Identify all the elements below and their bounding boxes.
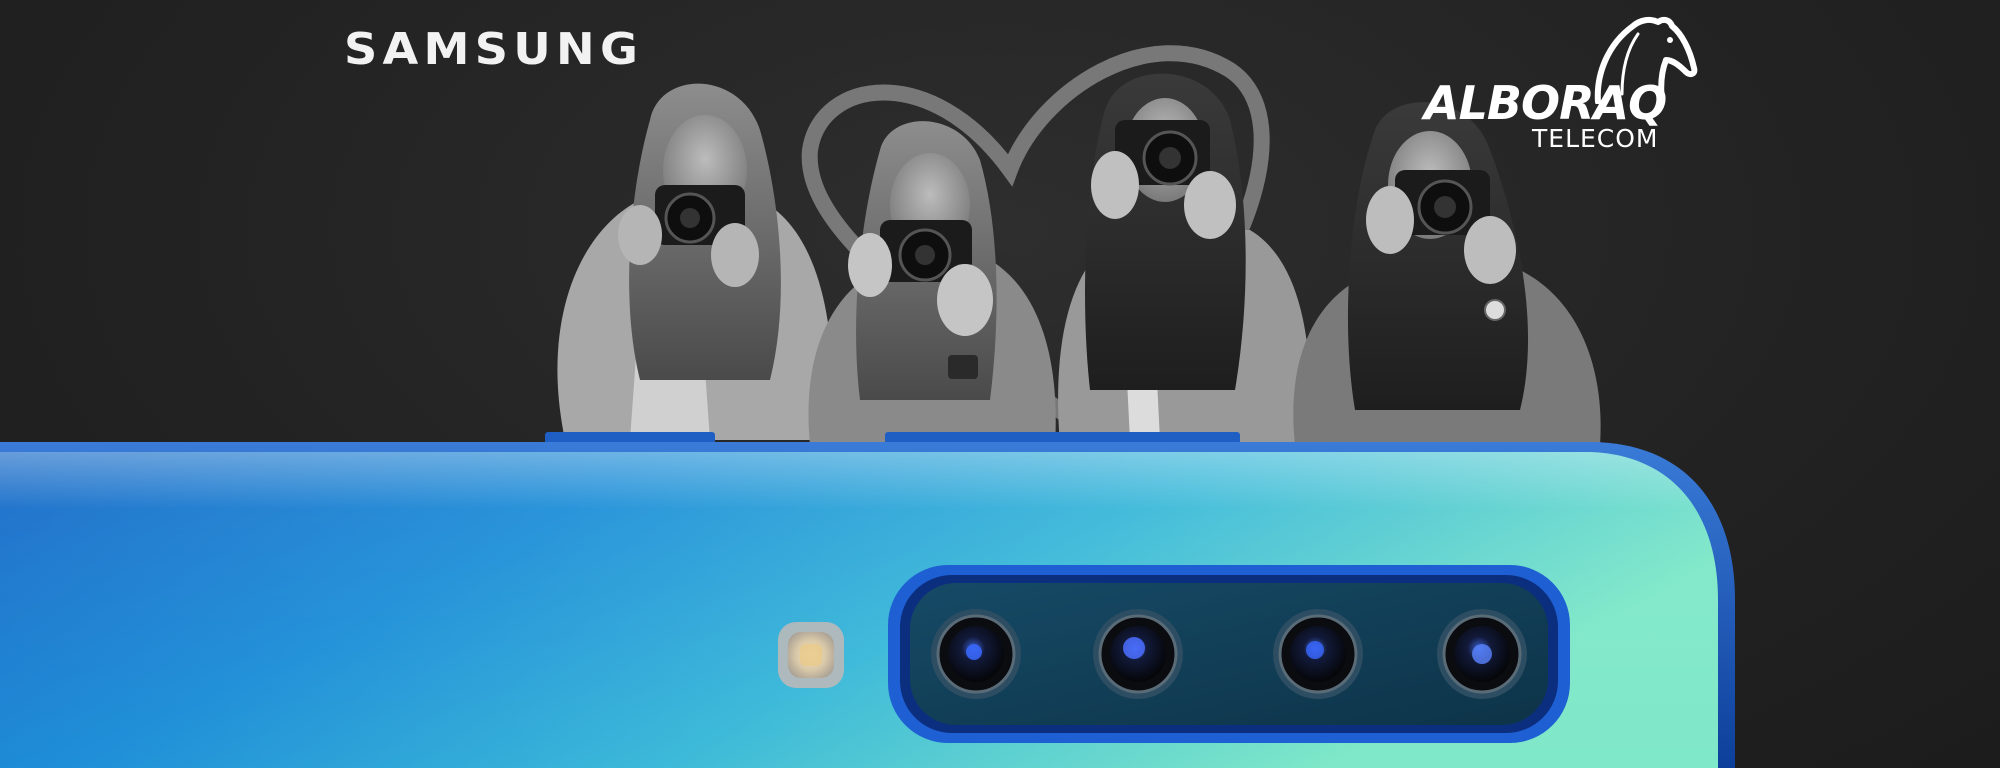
camera-lens-icon	[931, 609, 1021, 699]
camera-lens-icon	[1273, 609, 1363, 699]
promo-banner: SAMSUNG ALBORAQ TELECOM	[0, 0, 2000, 768]
flash-icon	[778, 622, 844, 688]
alboraq-wordmark: ALBORAQ	[1424, 76, 1667, 130]
alboraq-telecom-logo: ALBORAQ TELECOM	[1418, 14, 1718, 153]
camera-lens-icon	[1437, 609, 1527, 699]
camera-lens-icon	[1093, 609, 1183, 699]
telecom-wordmark: TELECOM	[1532, 124, 1659, 153]
samsung-logo: SAMSUNG	[344, 24, 644, 75]
